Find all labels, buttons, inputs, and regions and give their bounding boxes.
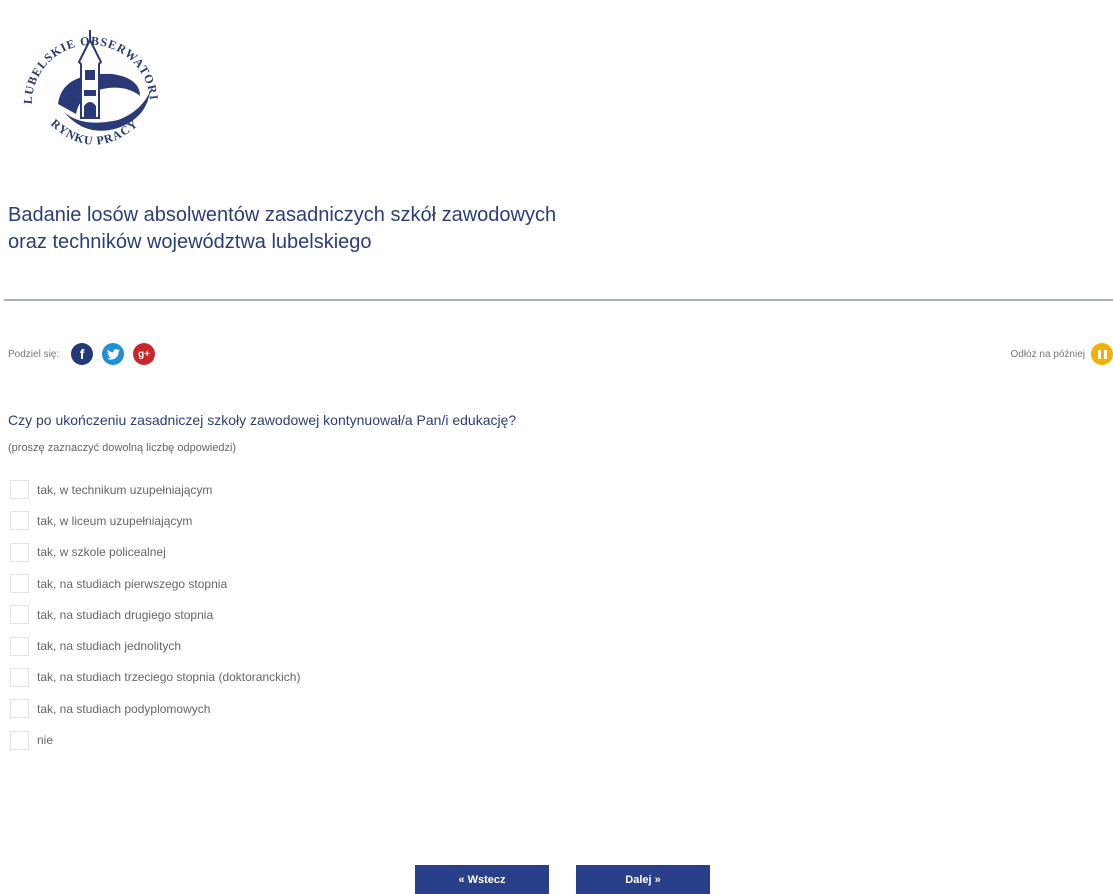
checkbox[interactable] (10, 542, 29, 562)
answer-label: tak, w technikum uzupełniającym (37, 482, 213, 497)
answer-option[interactable]: nie (10, 724, 300, 755)
back-button[interactable]: « Wstecz (415, 865, 549, 894)
answer-options: tak, w technikum uzupełniającym tak, w l… (10, 474, 300, 756)
checkbox[interactable] (10, 667, 29, 687)
answer-option[interactable]: tak, w technikum uzupełniającym (10, 474, 300, 505)
question-text: Czy po ukończeniu zasadniczej szkoły zaw… (8, 412, 517, 428)
checkbox[interactable] (10, 699, 29, 719)
share-label: Podziel się: (8, 348, 60, 360)
checkbox[interactable] (10, 730, 29, 750)
answer-label: tak, w szkole policealnej (37, 545, 166, 560)
answer-label: tak, na studiach jednolitych (37, 639, 182, 654)
page-title: Badanie losów absolwentów zasadniczych s… (8, 204, 557, 253)
googleplus-icon[interactable]: g+ (133, 343, 156, 365)
answer-label: nie (37, 733, 54, 748)
save-for-later-label: Odłóż na później (1010, 348, 1086, 360)
answer-option[interactable]: tak, na studiach drugiego stopnia (10, 599, 300, 630)
answer-label: tak, na studiach pierwszego stopnia (37, 576, 228, 591)
answer-label: tak, na studiach podyplomowych (37, 701, 211, 716)
share-bar: Podziel się: f g+ (8, 343, 164, 365)
answer-label: tak, w liceum uzupełniającym (37, 513, 193, 528)
checkbox[interactable] (10, 480, 29, 500)
question-hint: (proszę zaznaczyć dowolną liczbę odpowie… (8, 442, 237, 454)
answer-option[interactable]: tak, na studiach pierwszego stopnia (10, 568, 300, 599)
checkbox[interactable] (10, 511, 29, 531)
answer-option[interactable]: tak, w liceum uzupełniającym (10, 505, 300, 536)
twitter-icon[interactable] (102, 343, 125, 365)
checkbox[interactable] (10, 605, 29, 625)
next-button[interactable]: Dalej » (576, 865, 710, 894)
facebook-icon[interactable]: f (71, 343, 94, 365)
answer-option[interactable]: tak, w szkole policealnej (10, 537, 300, 568)
answer-option[interactable]: tak, na studiach jednolitych (10, 630, 300, 661)
checkbox[interactable] (10, 636, 29, 656)
save-for-later-button[interactable]: Odłóż na później (1011, 343, 1113, 365)
header-divider (4, 299, 1113, 301)
answer-option[interactable]: tak, na studiach podyplomowych (10, 693, 300, 724)
answer-option[interactable]: tak, na studiach trzeciego stopnia (dokt… (10, 662, 300, 693)
answer-label: tak, na studiach trzeciego stopnia (dokt… (37, 670, 301, 685)
checkbox[interactable] (10, 574, 29, 594)
logo: LUBELSKIE OBSERWATORIUM RYNKU PRACY (0, 0, 195, 165)
answer-label: tak, na studiach drugiego stopnia (37, 607, 214, 622)
pause-icon[interactable] (1091, 343, 1113, 365)
twitter-bird-icon (106, 348, 120, 360)
